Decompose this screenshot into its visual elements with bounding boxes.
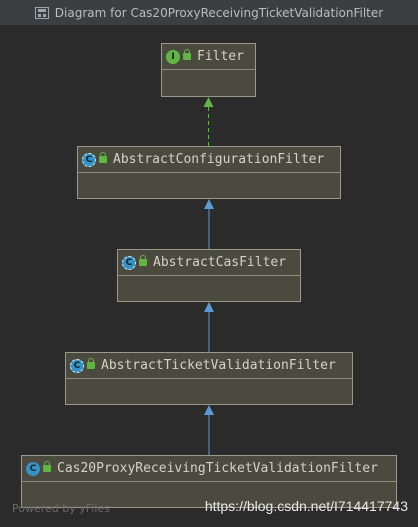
- diagram-icon: [34, 6, 49, 19]
- node-label: Filter: [197, 49, 244, 64]
- edge-extends-arrowhead: [204, 302, 214, 312]
- abstract-class-icon: C: [82, 152, 96, 167]
- edge-extends-arrowhead: [204, 199, 214, 209]
- node-abstract-configuration-filter[interactable]: C AbstractConfigurationFilter: [77, 146, 341, 199]
- blog-url-watermark: https://blog.csdn.net/I714417743: [204, 498, 408, 514]
- powered-by-watermark: Powered by yFiles: [12, 502, 110, 515]
- node-abstract-cas-filter[interactable]: C AbstractCasFilter: [117, 249, 301, 302]
- node-filter[interactable]: I Filter: [161, 43, 256, 97]
- class-icon: C: [26, 461, 40, 476]
- public-lock-icon: [183, 49, 191, 60]
- node-label: AbstractTicketValidationFilter: [101, 358, 336, 373]
- node-label: AbstractCasFilter: [153, 255, 287, 270]
- abstract-class-icon: C: [70, 358, 84, 373]
- public-lock-icon: [99, 152, 107, 163]
- window-title: Diagram for Cas20ProxyReceivingTicketVal…: [54, 5, 384, 20]
- public-lock-icon: [139, 255, 147, 266]
- public-lock-icon: [87, 358, 95, 369]
- node-label: AbstractConfigurationFilter: [113, 152, 325, 167]
- window-title-bar: Diagram for Cas20ProxyReceivingTicketVal…: [0, 0, 418, 26]
- node-abstract-ticket-validation-filter[interactable]: C AbstractTicketValidationFilter: [65, 352, 353, 405]
- abstract-class-icon: C: [122, 255, 136, 270]
- diagram-canvas[interactable]: I Filter C AbstractConfigurationFilter C…: [0, 26, 418, 527]
- edge-extends-arrowhead: [204, 405, 214, 415]
- node-label: Cas20ProxyReceivingTicketValidationFilte…: [57, 461, 378, 476]
- public-lock-icon: [43, 461, 51, 472]
- edge-implements-arrowhead: [203, 97, 214, 107]
- interface-icon: I: [166, 49, 180, 64]
